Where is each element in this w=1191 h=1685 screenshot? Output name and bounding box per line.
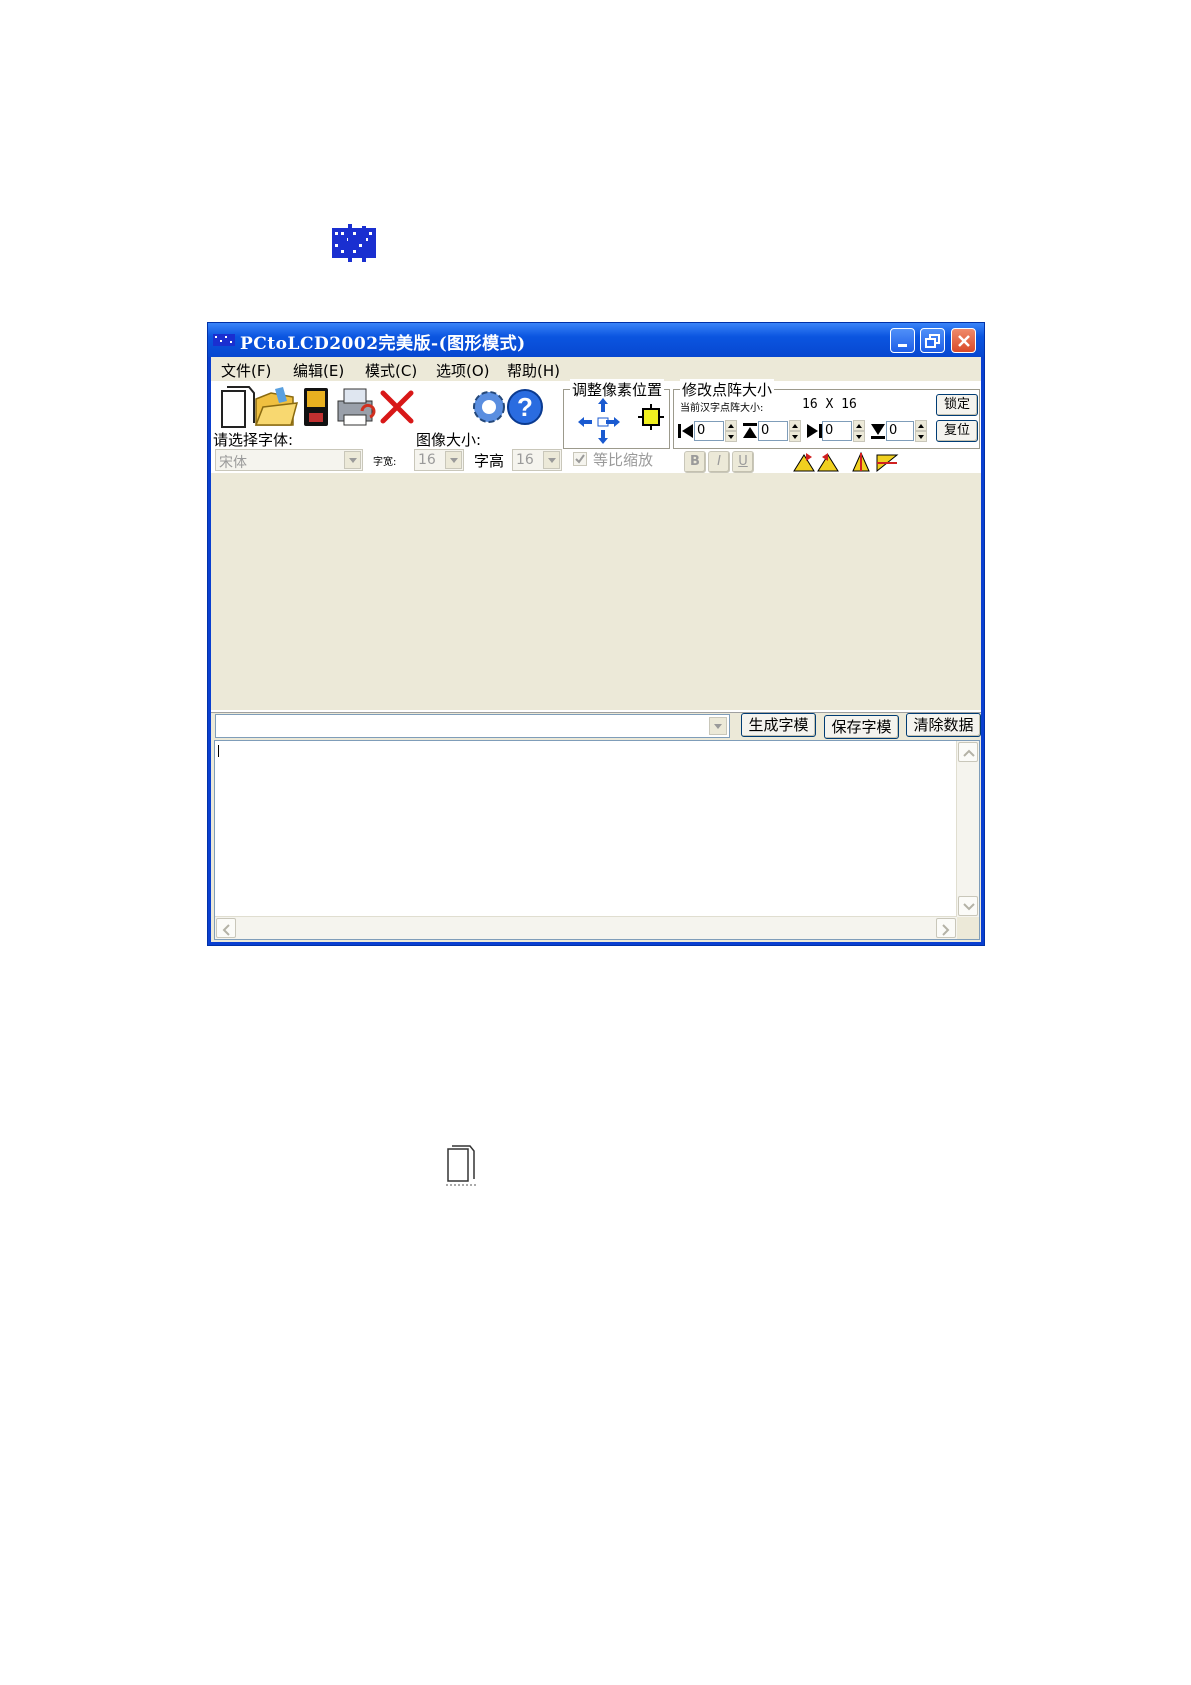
font-select[interactable]: 宋体 xyxy=(215,449,363,471)
pixel-position-group: 调整像素位置 xyxy=(563,379,670,449)
font-label: 请选择字体: xyxy=(213,431,294,449)
menu-options[interactable]: 选项(O) xyxy=(436,360,490,381)
window-title: PCtoLCD2002完美版-(图形模式) xyxy=(240,334,526,354)
chevron-down-icon[interactable] xyxy=(709,717,727,735)
current-size-label: 当前汉字点阵大小: xyxy=(680,403,764,414)
char-width-value: 16 xyxy=(418,452,436,468)
vertical-scrollbar[interactable] xyxy=(956,741,979,917)
menu-file[interactable]: 文件(F) xyxy=(221,360,271,381)
current-size-value: 16 X 16 xyxy=(802,397,857,412)
new-file-icon xyxy=(446,1145,476,1186)
menu-bar: 文件(F) 编辑(E) 模式(C) 选项(O) 帮助(H) xyxy=(211,357,981,381)
output-textarea[interactable] xyxy=(214,740,980,940)
font-select-value: 宋体 xyxy=(219,455,247,471)
check-icon xyxy=(575,454,585,464)
menu-help[interactable]: 帮助(H) xyxy=(507,360,560,381)
restore-button[interactable] xyxy=(920,328,945,353)
settings-icon[interactable] xyxy=(469,387,509,427)
right-spin-buttons[interactable] xyxy=(853,420,865,442)
right-spin-input[interactable]: 0 xyxy=(822,421,852,441)
reset-button[interactable]: 复位 xyxy=(936,420,978,442)
chevron-left-icon xyxy=(222,924,230,936)
flip-icons[interactable] xyxy=(851,451,901,473)
help-icon[interactable]: ? xyxy=(505,387,545,427)
matrix-size-group: 修改点阵大小 当前汉字点阵大小: 16 X 16 锁定 复位 0 0 0 0 xyxy=(673,379,980,449)
chevron-right-icon xyxy=(942,924,950,936)
bottom-spin-input[interactable]: 0 xyxy=(886,421,914,441)
text-caret xyxy=(218,745,219,757)
rotate-icons[interactable] xyxy=(792,451,842,473)
lock-button[interactable]: 锁定 xyxy=(936,394,978,416)
scroll-down-button[interactable] xyxy=(958,896,978,916)
save-font-button[interactable]: 保存字模 xyxy=(824,715,899,739)
proportional-checkbox[interactable] xyxy=(573,452,587,466)
horizontal-scrollbar[interactable] xyxy=(215,916,957,939)
scroll-left-button[interactable] xyxy=(216,918,236,938)
generate-font-button[interactable]: 生成字模 xyxy=(741,713,816,737)
delete-icon[interactable] xyxy=(379,389,415,425)
pctolcd-app-icon xyxy=(332,224,376,262)
left-spin-input[interactable]: 0 xyxy=(694,421,724,441)
scroll-corner xyxy=(957,917,979,939)
print-icon[interactable] xyxy=(334,387,376,427)
pixel-move-arrows-icon[interactable] xyxy=(576,396,636,446)
save-icon[interactable] xyxy=(301,385,331,429)
new-file-icon[interactable] xyxy=(219,385,257,429)
matrix-size-title: 修改点阵大小 xyxy=(680,379,775,400)
chevron-down-icon[interactable] xyxy=(344,451,361,469)
toolbar: ? 调整像素位置 修改点阵大小 当前汉字点阵大小: 16 X 16 锁定 复位 … xyxy=(211,379,981,473)
bottom-spin-buttons[interactable] xyxy=(915,420,927,442)
char-height-label: 字高 xyxy=(474,452,505,470)
proportional-label: 等比缩放 xyxy=(593,451,654,469)
center-pixel-icon[interactable] xyxy=(638,404,664,430)
menu-mode[interactable]: 模式(C) xyxy=(365,360,417,381)
chevron-up-icon xyxy=(963,749,975,757)
shrink-left-icon xyxy=(678,424,693,438)
open-folder-icon[interactable] xyxy=(253,385,299,429)
scroll-up-button[interactable] xyxy=(958,742,978,762)
shrink-right-icon xyxy=(807,424,822,438)
app-window: PCtoLCD2002完美版-(图形模式) 文件(F) 编辑(E) 模式(C) … xyxy=(207,322,985,946)
text-input-combo[interactable] xyxy=(215,714,730,738)
char-width-label: 字宽: xyxy=(373,457,397,468)
clear-data-button[interactable]: 清除数据 xyxy=(906,713,981,737)
bold-button[interactable]: B xyxy=(684,451,706,473)
menu-edit[interactable]: 编辑(E) xyxy=(293,360,344,381)
minimize-button[interactable] xyxy=(890,328,915,353)
chevron-down-icon xyxy=(963,903,975,911)
app-icon xyxy=(213,334,235,346)
italic-button[interactable]: I xyxy=(708,451,730,473)
image-size-label: 图像大小: xyxy=(416,431,482,449)
close-button[interactable] xyxy=(951,328,976,353)
shrink-top-icon xyxy=(743,423,757,438)
top-spin-input[interactable]: 0 xyxy=(758,421,788,441)
char-width-select[interactable]: 16 xyxy=(414,449,464,471)
top-spin-buttons[interactable] xyxy=(789,420,801,442)
chevron-down-icon[interactable] xyxy=(543,451,560,469)
chevron-down-icon[interactable] xyxy=(445,451,462,469)
char-height-value: 16 xyxy=(516,452,534,468)
char-height-select[interactable]: 16 xyxy=(512,449,562,471)
svg-text:?: ? xyxy=(517,392,533,422)
shrink-bottom-icon xyxy=(871,424,885,439)
pixel-workspace[interactable] xyxy=(211,473,981,712)
left-spin-buttons[interactable] xyxy=(725,420,737,442)
client-area: 文件(F) 编辑(E) 模式(C) 选项(O) 帮助(H) ? 调整像素位置 修… xyxy=(211,357,981,942)
underline-button[interactable]: U xyxy=(732,451,754,473)
title-bar[interactable]: PCtoLCD2002完美版-(图形模式) xyxy=(208,323,984,357)
scroll-right-button[interactable] xyxy=(936,918,956,938)
